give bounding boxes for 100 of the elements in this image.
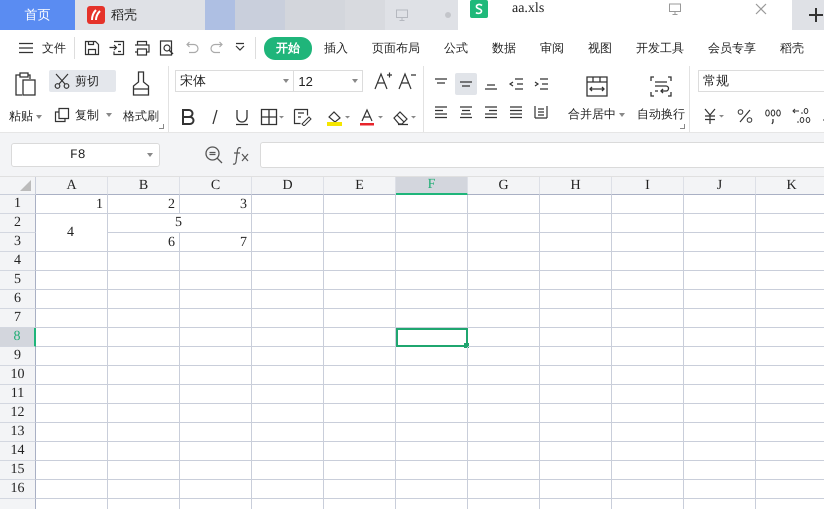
ribbon-tab[interactable]: 稻壳 bbox=[768, 36, 816, 60]
row-header[interactable]: 7 bbox=[0, 309, 36, 328]
copy-button[interactable]: 复制 bbox=[49, 104, 116, 126]
name-box[interactable]: F8 bbox=[11, 142, 160, 166]
table-cell bbox=[180, 404, 252, 423]
row-header[interactable]: 6 bbox=[0, 290, 36, 309]
row-header[interactable]: 10 bbox=[0, 366, 36, 385]
formula-input[interactable] bbox=[260, 142, 824, 168]
table-cell bbox=[684, 366, 756, 385]
table-cell bbox=[396, 195, 468, 214]
row-header[interactable]: 15 bbox=[0, 461, 36, 480]
save-icon[interactable] bbox=[83, 39, 101, 57]
row-header[interactable]: 12 bbox=[0, 404, 36, 423]
align-middle-icon bbox=[458, 80, 474, 88]
column-header[interactable]: E bbox=[324, 177, 396, 195]
cut-button[interactable]: 剪切 bbox=[49, 70, 116, 92]
row-header[interactable]: 11 bbox=[0, 385, 36, 404]
percent-icon[interactable] bbox=[736, 107, 754, 125]
justify-icon[interactable] bbox=[508, 104, 524, 120]
font-size-field[interactable]: 12 bbox=[293, 70, 363, 92]
row-header[interactable]: 14 bbox=[0, 442, 36, 461]
wrap-text-button[interactable]: 自动换行 bbox=[633, 70, 689, 128]
increase-font-icon[interactable] bbox=[373, 71, 393, 91]
table-cell bbox=[540, 366, 612, 385]
ribbon-tab[interactable]: 开发工具 bbox=[624, 36, 696, 60]
ribbon-tab[interactable]: 数据 bbox=[480, 36, 528, 60]
row-header[interactable]: 1 bbox=[0, 195, 36, 214]
align-right-icon[interactable] bbox=[483, 104, 499, 120]
table-cell bbox=[540, 442, 612, 461]
ribbon-tab[interactable]: 视图 bbox=[576, 36, 624, 60]
borders-icon[interactable] bbox=[260, 108, 284, 126]
bold-icon[interactable] bbox=[179, 108, 197, 126]
table-cell bbox=[612, 252, 684, 271]
ribbon-tab[interactable]: 公式 bbox=[432, 36, 480, 60]
table-cell bbox=[396, 233, 468, 252]
new-tab-icon[interactable] bbox=[808, 7, 824, 23]
column-header[interactable]: H bbox=[540, 177, 612, 195]
table-cell bbox=[36, 309, 108, 328]
file-tab[interactable]: aa.xls bbox=[458, 0, 792, 30]
format-painter-button[interactable]: 格式刷 bbox=[120, 68, 162, 130]
column-header[interactable]: A bbox=[36, 177, 108, 195]
zoom-icon[interactable] bbox=[204, 144, 224, 164]
docer-tab[interactable]: 稻壳 bbox=[75, 0, 193, 30]
column-header[interactable]: B bbox=[108, 177, 180, 195]
print-preview-icon[interactable] bbox=[158, 39, 176, 57]
row-header[interactable]: 2 bbox=[0, 214, 36, 233]
align-center-icon[interactable] bbox=[458, 104, 474, 120]
table-cell bbox=[612, 233, 684, 252]
thousands-separator-icon[interactable] bbox=[764, 107, 782, 125]
row-header[interactable]: 4 bbox=[0, 252, 36, 271]
table-cell bbox=[180, 442, 252, 461]
table-cell: 6 bbox=[108, 233, 180, 252]
row-header[interactable]: 3 bbox=[0, 233, 36, 252]
column-header[interactable]: D bbox=[252, 177, 324, 195]
table-cell bbox=[612, 328, 684, 347]
export-icon[interactable] bbox=[108, 39, 126, 57]
font-color-icon[interactable] bbox=[359, 108, 383, 126]
column-header[interactable]: K bbox=[756, 177, 824, 195]
decrease-font-icon[interactable] bbox=[397, 71, 417, 91]
table-cell bbox=[324, 366, 396, 385]
number-format-field[interactable]: 常规 bbox=[698, 70, 824, 92]
row-header[interactable]: 13 bbox=[0, 423, 36, 442]
monitor-icon[interactable] bbox=[668, 2, 682, 16]
table-cell bbox=[540, 290, 612, 309]
file-menu[interactable]: 文件 bbox=[18, 40, 66, 56]
ribbon-tab[interactable]: 会员专享 bbox=[696, 36, 768, 60]
column-header[interactable]: C bbox=[180, 177, 252, 195]
table-cell bbox=[540, 404, 612, 423]
table-cell bbox=[684, 195, 756, 214]
row-header[interactable]: 9 bbox=[0, 347, 36, 366]
font-name-field[interactable]: 宋体 bbox=[175, 70, 294, 92]
ribbon-tab[interactable]: 插入 bbox=[312, 36, 360, 60]
decrease-indent-icon[interactable] bbox=[508, 76, 524, 92]
table-cell bbox=[396, 252, 468, 271]
ribbon-tab[interactable]: 审阅 bbox=[528, 36, 576, 60]
ribbon-tab[interactable]: 页面布局 bbox=[360, 36, 432, 60]
print-icon[interactable] bbox=[133, 39, 151, 57]
table-cell bbox=[252, 309, 324, 328]
table-cell bbox=[252, 195, 324, 214]
table-cell bbox=[108, 404, 180, 423]
row-header[interactable]: 16 bbox=[0, 480, 36, 499]
column-header[interactable]: J bbox=[684, 177, 756, 195]
table-cell bbox=[396, 290, 468, 309]
currency-icon[interactable] bbox=[702, 107, 726, 125]
underline-icon[interactable] bbox=[233, 108, 251, 126]
distributed-align-icon[interactable] bbox=[533, 104, 549, 120]
table-cell bbox=[612, 290, 684, 309]
selected-cell[interactable] bbox=[396, 328, 468, 347]
table-cell bbox=[540, 423, 612, 442]
row-header[interactable]: 5 bbox=[0, 271, 36, 290]
increase-decimal-icon[interactable] bbox=[792, 106, 812, 126]
merge-center-button[interactable]: 合并居中 bbox=[564, 70, 629, 128]
align-left-icon[interactable] bbox=[433, 104, 449, 120]
column-header[interactable]: I bbox=[612, 177, 684, 195]
paste-button[interactable]: 粘贴 bbox=[6, 68, 45, 130]
close-icon[interactable] bbox=[754, 2, 768, 16]
column-header[interactable]: G bbox=[468, 177, 540, 195]
table-cell bbox=[540, 271, 612, 290]
increase-indent-icon[interactable] bbox=[533, 76, 549, 92]
vertical-align-button[interactable] bbox=[455, 73, 477, 95]
